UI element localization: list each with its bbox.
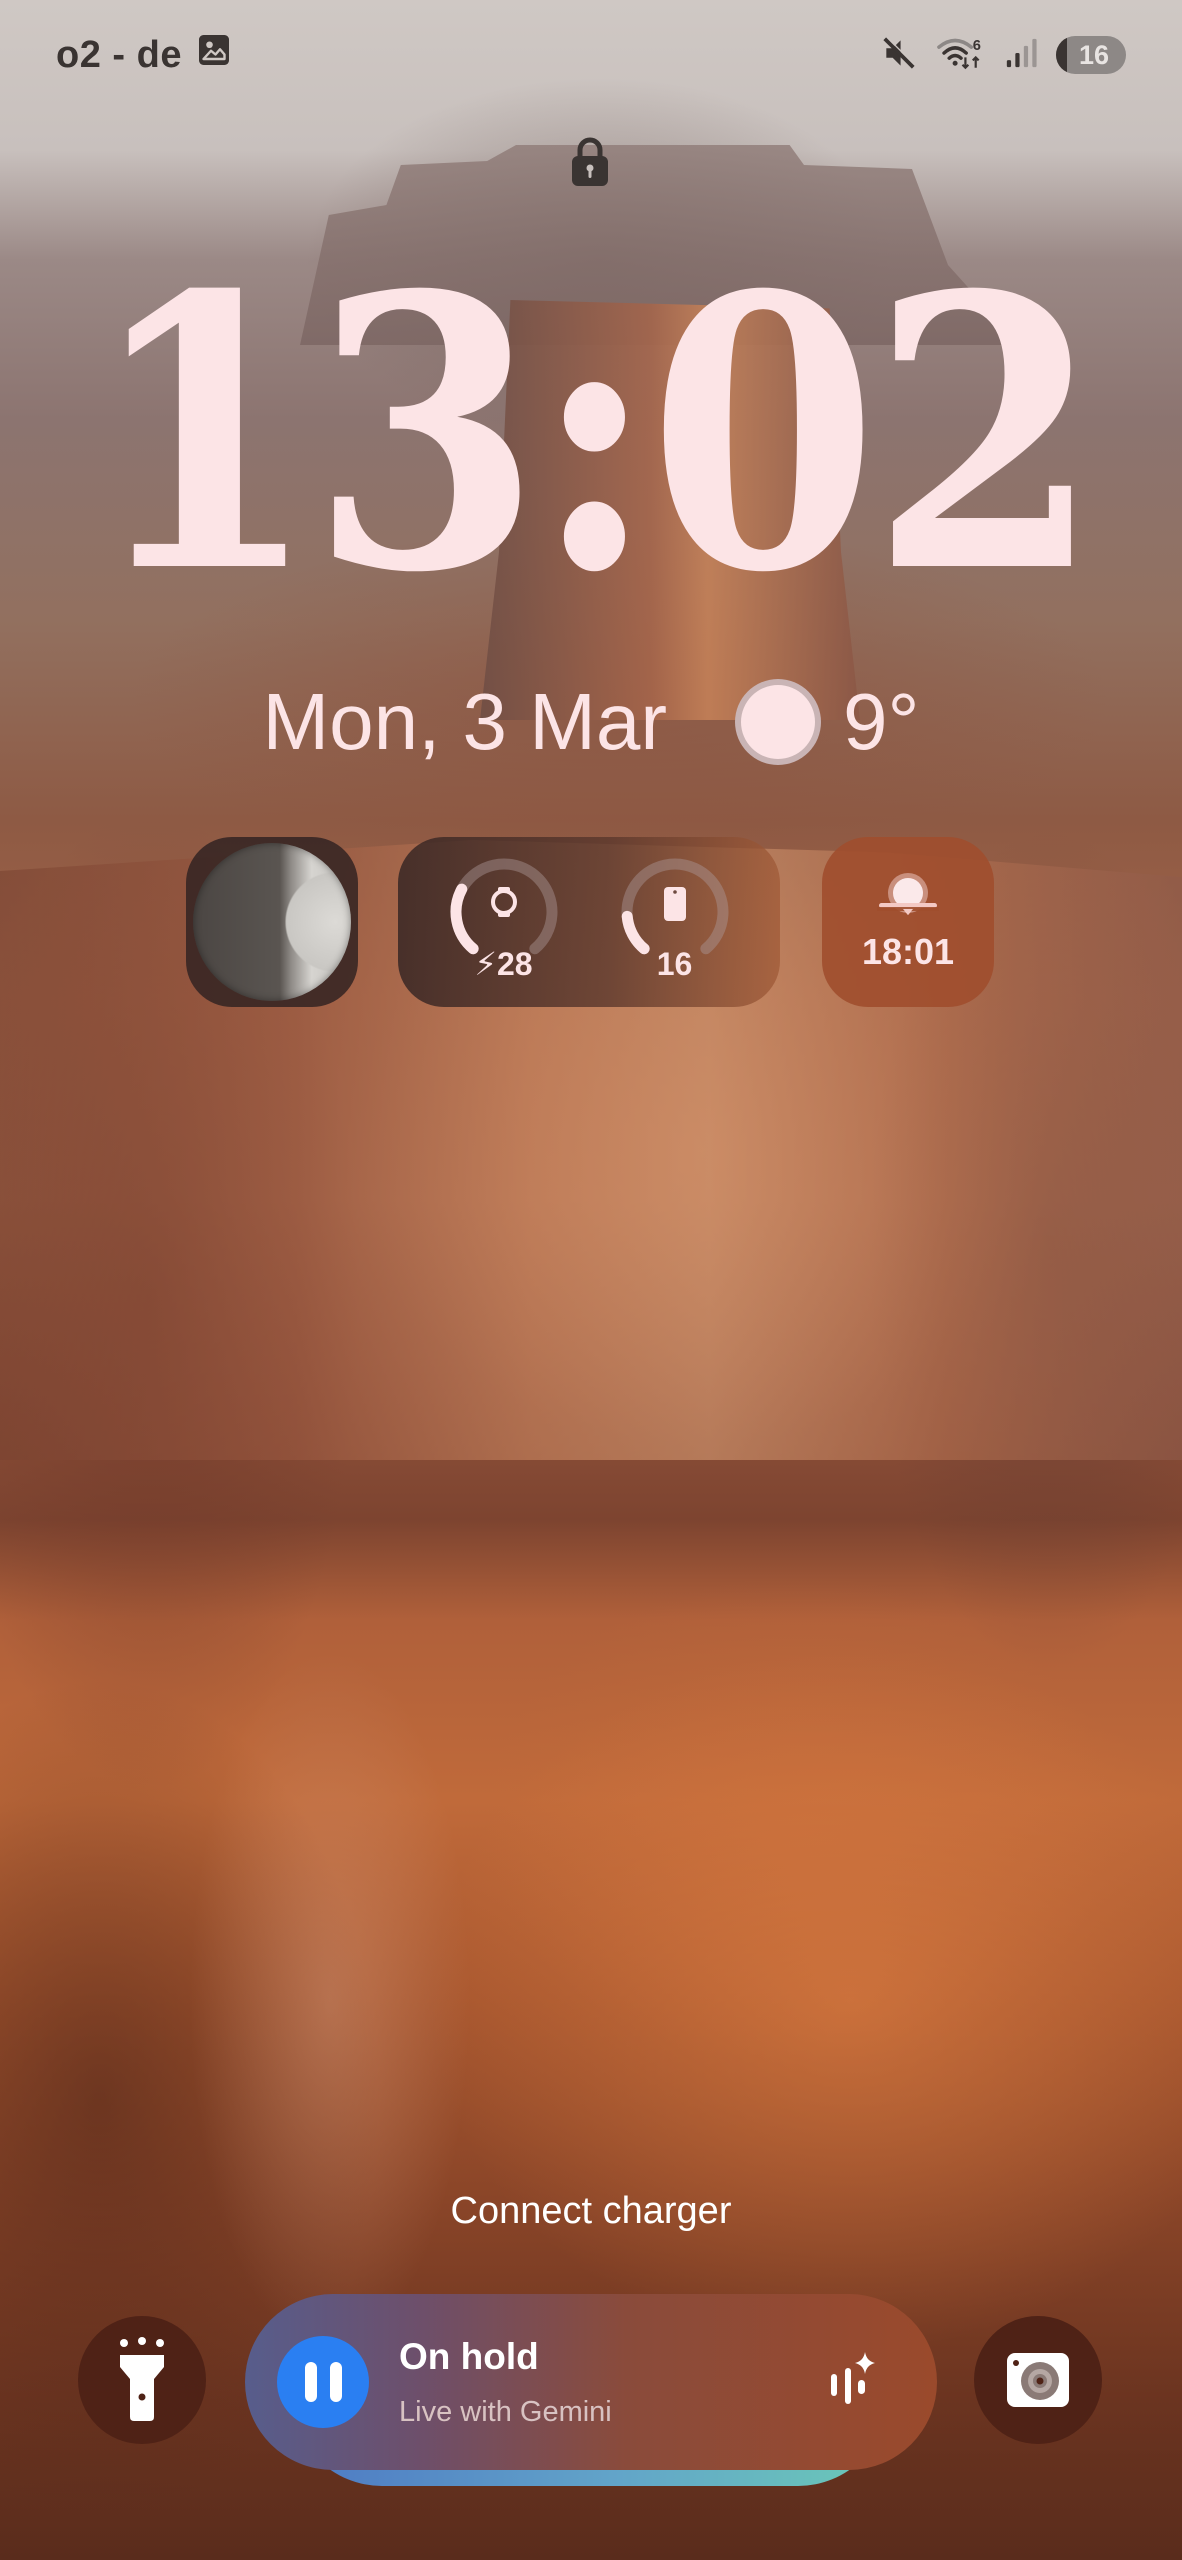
image-icon (196, 32, 232, 78)
live-activity-card[interactable]: On hold Live with Gemini (245, 2294, 937, 2470)
svg-text:6: 6 (973, 38, 981, 54)
flashlight-shortcut-button[interactable] (78, 2316, 206, 2444)
mute-icon (880, 34, 918, 77)
clock-time[interactable]: 13:02 (71, 248, 1111, 623)
sunset-icon (877, 873, 939, 915)
live-activity-text: On hold Live with Gemini (399, 2336, 827, 2429)
charging-bolt-icon: ⚡︎ (474, 946, 497, 982)
camera-icon (1007, 2353, 1069, 2407)
status-right: 6 16 (880, 34, 1126, 77)
watch-battery-value: ⚡︎28 (474, 946, 533, 982)
wifi-6-icon: 6 (936, 34, 986, 77)
battery-fill (1056, 36, 1068, 74)
date-weather-row: Mon, 3 Mar 9° (0, 676, 1182, 768)
pause-icon-bar (329, 2362, 342, 2402)
moon-phase-icon (193, 843, 351, 1001)
sunset-widget[interactable]: 18:01 (822, 837, 994, 1007)
gauge-arc (621, 910, 650, 955)
temperature-label[interactable]: 9° (843, 676, 919, 768)
flashlight-icon (120, 2337, 164, 2421)
watch-battery-gauge: ⚡︎28 (444, 857, 564, 987)
clear-night-icon[interactable] (735, 679, 822, 765)
gemini-live-icon[interactable] (827, 2350, 881, 2415)
carrier-name: o2 - de (56, 33, 182, 76)
battery-indicator: 16 (1056, 36, 1126, 74)
live-activity-title: On hold (399, 2335, 539, 2377)
gauge-track (450, 858, 557, 955)
date-label[interactable]: Mon, 3 Mar (262, 676, 667, 768)
charger-hint: Connect charger (450, 2190, 732, 2232)
sunset-time: 18:01 (861, 931, 955, 972)
signal-icon (1004, 35, 1038, 76)
pause-button[interactable] (277, 2336, 369, 2428)
live-activity-subtitle: Live with Gemini (399, 2395, 612, 2428)
moon-phase-widget[interactable] (186, 837, 358, 1007)
pause-icon-bar (304, 2362, 317, 2402)
battery-level: 16 (1078, 39, 1110, 70)
lock-icon[interactable] (568, 136, 612, 186)
status-left: o2 - de (56, 32, 232, 78)
phone-icon (663, 887, 686, 921)
status-bar: o2 - de 6 16 (0, 0, 1182, 110)
gauge-arc (450, 883, 479, 955)
phone-battery-value: 16 (656, 946, 693, 982)
watch-icon (490, 887, 517, 917)
battery-widget[interactable]: ⚡︎28 16 (398, 837, 780, 1007)
camera-shortcut-button[interactable] (974, 2316, 1102, 2444)
phone-battery-gauge: 16 (615, 857, 735, 987)
